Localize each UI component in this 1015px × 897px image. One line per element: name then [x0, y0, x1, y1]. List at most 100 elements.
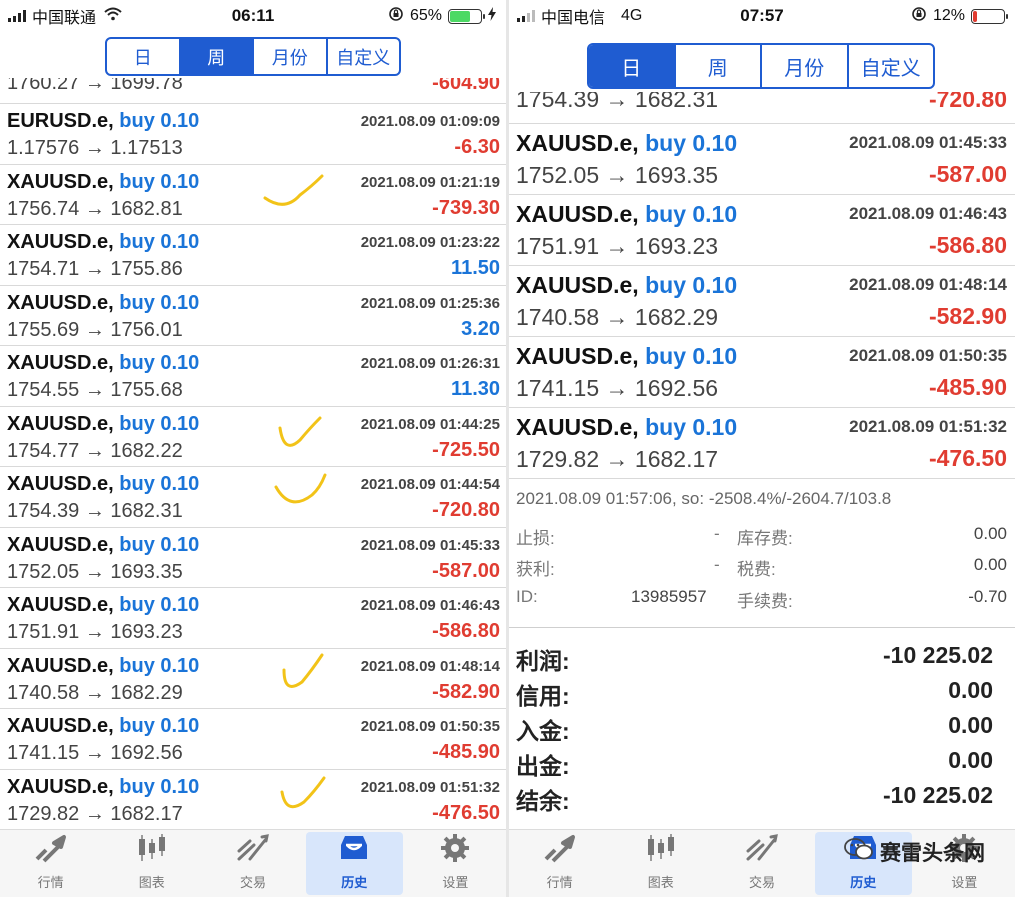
watermark-text: 赛雷头条网: [880, 842, 985, 865]
trade-profit: -587.00: [928, 161, 1007, 187]
tab-chart[interactable]: 图表: [610, 830, 711, 897]
commission-value: -0.70: [968, 587, 1007, 606]
trade-side: buy 0.10: [645, 272, 738, 298]
trade-prices: 1754.39 → 1682.31: [516, 92, 719, 112]
trade-time: 2021.08.09 01:48:14: [849, 275, 1007, 294]
list-item[interactable]: XAUUSD.e, buy 0.10 2021.08.09 01:48:14 174…: [0, 649, 506, 709]
trade-prices: 1.17576 → 1.17513: [7, 137, 183, 159]
battery-icon: [971, 8, 1008, 24]
trade-profit: -720.80: [928, 92, 1007, 112]
tab-label: 设置: [951, 875, 978, 890]
segment-week[interactable]: 周: [180, 39, 254, 74]
battery-icon: [448, 8, 485, 24]
segment-custom[interactable]: 自定义: [328, 39, 400, 74]
list-item-partial[interactable]: 1760.27 → 1699.78 -604.90: [0, 78, 506, 104]
list-item[interactable]: XAUUSD.e, buy 0.10 2021.08.09 01:44:25 175…: [0, 407, 506, 467]
list-item[interactable]: XAUUSD.e, buy 0.10 2021.08.09 01:26:31 175…: [0, 346, 506, 407]
list-item[interactable]: XAUUSD.e, buy 0.10 2021.08.09 01:21:19 175…: [0, 165, 506, 225]
tab-chart[interactable]: 图表: [101, 830, 202, 897]
tab-history[interactable]: 历史: [304, 830, 405, 897]
tab-label: 历史: [850, 875, 877, 890]
list-item-partial[interactable]: 1754.39 → 1682.31 -720.80: [509, 92, 1015, 124]
segment-week[interactable]: 周: [676, 45, 762, 87]
list-item[interactable]: XAUUSD.e, buy 0.10 2021.08.09 01:45:33 175…: [0, 528, 506, 588]
trade-side: buy 0.10: [119, 291, 200, 314]
trade-history-list[interactable]: 1754.39 → 1682.31 -720.80 XAUUSD.e, buy …: [509, 92, 1015, 482]
trade-prices: 1751.91 → 1693.23: [7, 621, 183, 643]
tab-label: 历史: [341, 875, 368, 890]
trade-prices: 1740.58 → 1682.29: [516, 304, 719, 330]
segment-day[interactable]: 日: [589, 45, 676, 87]
stop-loss-value: -: [714, 524, 720, 543]
trade-side: buy 0.10: [645, 343, 738, 369]
trade-history-list[interactable]: 1760.27 → 1699.78 -604.90 EURUSD.e, buy …: [0, 78, 506, 829]
trade-profit: -725.50: [432, 438, 500, 461]
list-item[interactable]: XAUUSD.e, buy 0.10 2021.08.09 01:25:36 175…: [0, 286, 506, 346]
trade-symbol: EURUSD.e, buy 0.10: [7, 110, 200, 132]
trade-profit: -582.90: [928, 303, 1007, 329]
take-profit-label: 获利:: [516, 560, 555, 579]
trade-profit: -476.50: [928, 445, 1007, 471]
trade-side: buy 0.10: [119, 110, 200, 132]
stop-loss-label: 止损:: [516, 529, 555, 548]
summary-balance: 结余: -10 225.02: [516, 782, 993, 814]
trade-profit: 11.50: [451, 257, 500, 279]
battery-percent: 65%: [409, 7, 442, 24]
trade-time: 2021.08.09 01:51:32: [360, 778, 500, 796]
list-item[interactable]: XAUUSD.e, buy 0.10 2021.08.09 01:44:54 175…: [0, 467, 506, 528]
list-item[interactable]: XAUUSD.e, buy 0.10 2021.08.09 01:46:43 175…: [0, 588, 506, 649]
id-label: ID:: [516, 587, 538, 606]
settings-icon: [438, 833, 472, 872]
tab-trade[interactable]: 交易: [202, 830, 303, 897]
period-segmented-control: 日 周 月份 自定义: [105, 37, 401, 76]
tab-quotes[interactable]: 行情: [0, 830, 101, 897]
left-screenshot: 中国联通 06:11 65% 日 周 月份 自定义 1760.27 → 1699…: [0, 0, 506, 897]
segment-month[interactable]: 月份: [254, 39, 328, 74]
trade-profit: -485.90: [432, 741, 500, 763]
list-item[interactable]: XAUUSD.e, buy 0.10 2021.08.09 01:50:35 174…: [509, 337, 1015, 408]
segment-day[interactable]: 日: [107, 39, 181, 74]
trade-time: 2021.08.09 01:45:33: [360, 536, 500, 554]
trade-symbol: XAUUSD.e, buy 0.10: [516, 130, 738, 156]
tab-settings[interactable]: 设置: [405, 830, 506, 897]
trade-side: buy 0.10: [119, 412, 200, 435]
trade-profit: -720.80: [432, 499, 500, 521]
trade-prices: 1754.55 → 1755.68: [7, 379, 183, 401]
tab-quotes[interactable]: 行情: [509, 830, 610, 897]
segment-month[interactable]: 月份: [762, 45, 849, 87]
status-bar: 中国电信 4G 07:57 12%: [509, 0, 1015, 32]
trade-time: 2021.08.09 01:21:19: [360, 173, 500, 191]
list-item[interactable]: XAUUSD.e, buy 0.10 2021.08.09 01:48:14 174…: [509, 266, 1015, 337]
trade-profit: -485.90: [928, 374, 1007, 400]
list-item[interactable]: XAUUSD.e, buy 0.10 2021.08.09 01:23:22 175…: [0, 225, 506, 286]
list-item[interactable]: XAUUSD.e, buy 0.10 2021.08.09 01:51:32 172…: [509, 408, 1015, 479]
list-item[interactable]: XAUUSD.e, buy 0.10 2021.08.09 01:46:43 175…: [509, 195, 1015, 266]
trade-symbol: XAUUSD.e, buy 0.10: [7, 715, 200, 737]
trade-time: 2021.08.09 01:48:14: [360, 657, 500, 675]
network-label: 4G: [621, 7, 643, 24]
trade-symbol: XAUUSD.e, buy 0.10: [7, 231, 200, 253]
trade-side: buy 0.10: [119, 170, 200, 193]
status-time: 07:57: [740, 6, 784, 25]
list-item[interactable]: XAUUSD.e, buy 0.10 2021.08.09 01:45:33 175…: [509, 124, 1015, 195]
lock-rotation-icon: [911, 6, 927, 27]
list-item[interactable]: XAUUSD.e, buy 0.10 2021.08.09 01:50:35 174…: [0, 709, 506, 770]
trade-symbol: XAUUSD.e, buy 0.10: [7, 170, 200, 193]
trade-side: buy 0.10: [119, 352, 200, 374]
tab-label: 交易: [240, 875, 267, 890]
list-item[interactable]: EURUSD.e, buy 0.10 2021.08.09 01:09:09 1.1…: [0, 104, 506, 165]
trade-time: 2021.08.09 01:23:22: [360, 234, 500, 251]
tab-label: 图表: [138, 875, 165, 890]
segment-custom[interactable]: 自定义: [849, 45, 934, 87]
signal-icon: [8, 10, 26, 22]
status-time: 06:11: [231, 6, 275, 25]
summary-divider: [509, 627, 1015, 628]
trade-profit: 3.20: [461, 317, 500, 340]
list-item[interactable]: XAUUSD.e, buy 0.10 2021.08.09 01:51:32 172…: [0, 770, 506, 830]
trade-profit: 11.30: [451, 378, 500, 400]
tab-label: 图表: [647, 875, 674, 890]
trade-symbol: XAUUSD.e, buy 0.10: [516, 201, 738, 227]
carrier-label: 中国电信: [541, 10, 606, 27]
tab-trade[interactable]: 交易: [711, 830, 812, 897]
trade-prices: 1754.71 → 1755.86: [7, 258, 183, 280]
